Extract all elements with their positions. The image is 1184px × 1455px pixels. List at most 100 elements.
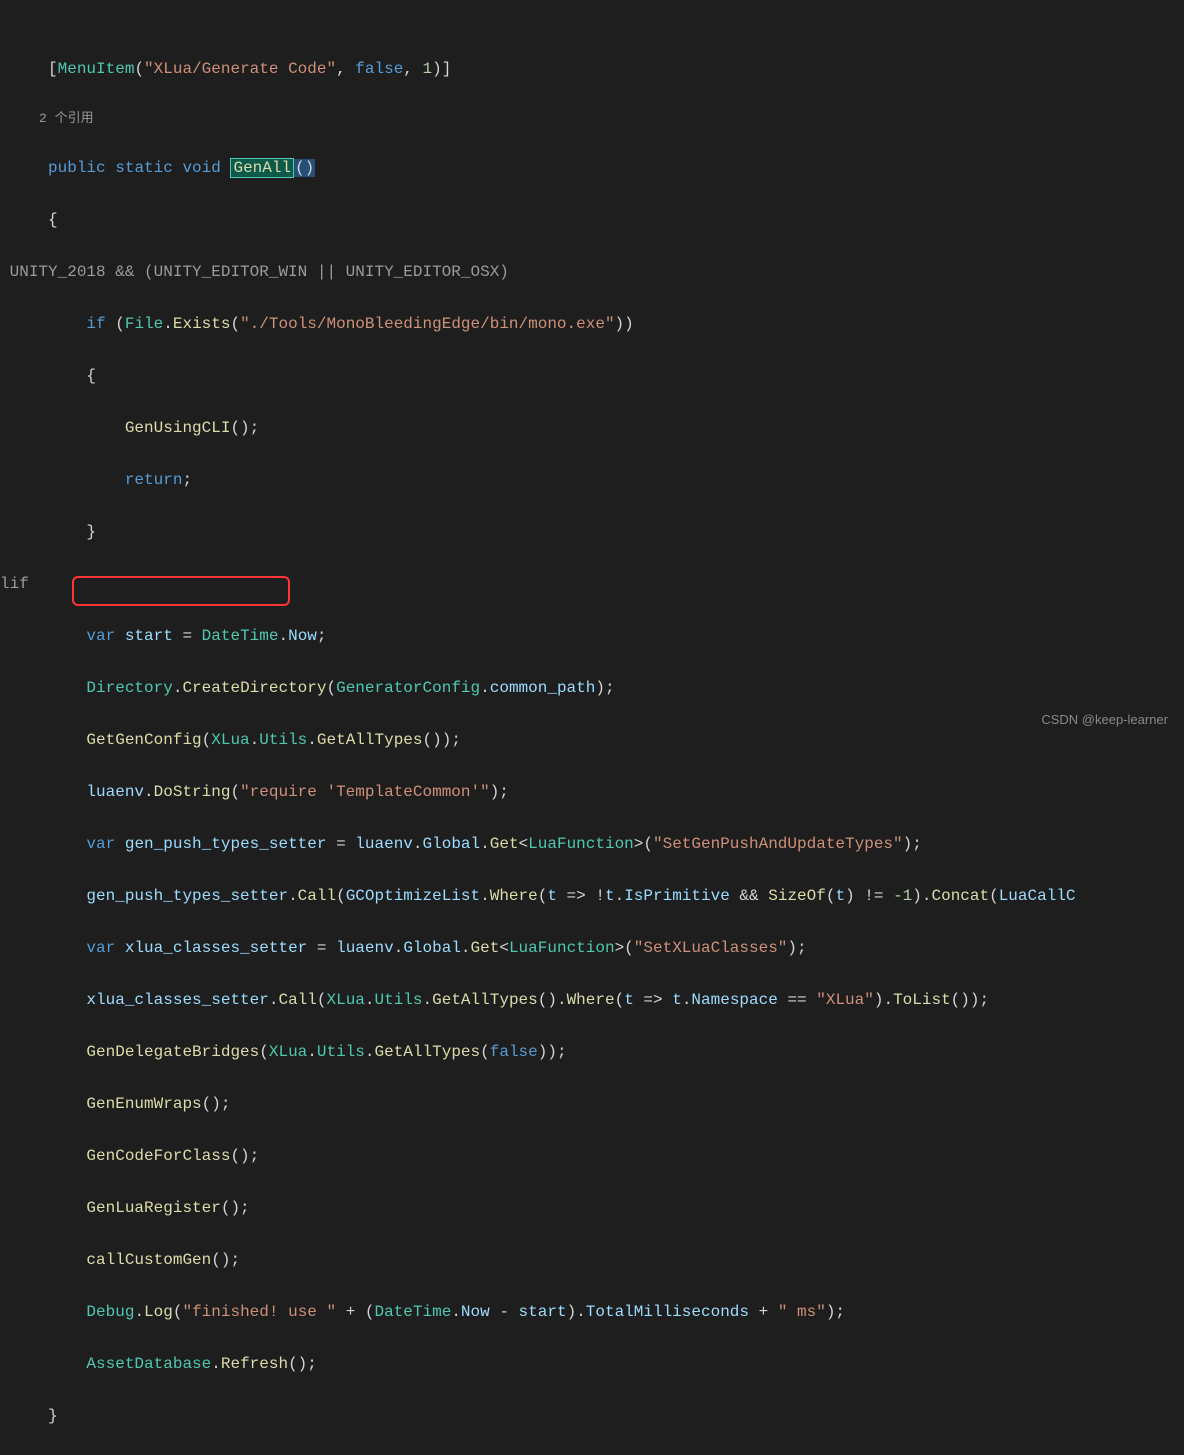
method-call: ToList [893, 991, 951, 1009]
keyword: if [86, 315, 105, 333]
code-line: GenDelegateBridges(XLua.Utils.GetAllType… [0, 1039, 1184, 1065]
method-call: Exists [173, 315, 231, 333]
type-name: Utils [375, 991, 423, 1009]
keyword: var [86, 627, 115, 645]
bool-literal: false [355, 60, 403, 78]
code-line: GenUsingCLI(); [0, 415, 1184, 441]
variable: xlua_classes_setter [86, 991, 268, 1009]
method-call: callCustomGen [86, 1251, 211, 1269]
variable: gen_push_types_setter [125, 835, 327, 853]
method-call: GenCodeForClass [86, 1147, 230, 1165]
variable: start [519, 1303, 567, 1321]
string-literal: "finished! use " [182, 1303, 336, 1321]
method-call: Call [298, 887, 336, 905]
keyword: public [48, 159, 106, 177]
variable: xlua_classes_setter [125, 939, 307, 957]
variable: t [835, 887, 845, 905]
code-line: GenLuaRegister(); [0, 1195, 1184, 1221]
property: Now [288, 627, 317, 645]
operator: && [739, 887, 758, 905]
code-line: GenEnumWraps(); [0, 1091, 1184, 1117]
method-call: Where [567, 991, 615, 1009]
method-call: DoString [154, 783, 231, 801]
code-line: } [0, 1403, 1184, 1429]
type-name: Directory [86, 679, 172, 697]
selection: () [294, 159, 315, 177]
keyword: return [125, 471, 183, 489]
string-literal: "SetXLuaClasses" [634, 939, 788, 957]
method-call: GetGenConfig [86, 731, 201, 749]
preprocessor-line: lif [0, 571, 1184, 597]
property: Namespace [691, 991, 777, 1009]
keyword: var [86, 835, 115, 853]
variable: luaenv [86, 783, 144, 801]
code-line: return; [0, 467, 1184, 493]
type-name: LuaFunction [528, 835, 634, 853]
code-line: [MenuItem("XLua/Generate Code", false, 1… [0, 56, 1184, 82]
code-line: if (File.Exists("./Tools/MonoBleedingEdg… [0, 311, 1184, 337]
property: common_path [490, 679, 596, 697]
preprocessor-text: lif [0, 575, 29, 593]
method-call: Concat [931, 887, 989, 905]
type-name: AssetDatabase [86, 1355, 211, 1373]
lambda-param: t [624, 991, 634, 1009]
code-line: } [0, 519, 1184, 545]
variable: luaenv [336, 939, 394, 957]
code-line: { [0, 363, 1184, 389]
keyword: var [86, 939, 115, 957]
property: Now [461, 1303, 490, 1321]
preprocessor-line: UNITY_2018 && (UNITY_EDITOR_WIN || UNITY… [0, 259, 1184, 285]
preprocessor-text: UNITY_2018 && (UNITY_EDITOR_WIN || UNITY… [10, 263, 509, 281]
code-line: var xlua_classes_setter = luaenv.Global.… [0, 935, 1184, 961]
code-line: GetGenConfig(XLua.Utils.GetAllTypes()); [0, 727, 1184, 753]
code-line: Debug.Log("finished! use " + (DateTime.N… [0, 1299, 1184, 1325]
variable: t [605, 887, 615, 905]
brace: { [86, 367, 96, 385]
brace: } [48, 1407, 58, 1425]
type-name: MenuItem [58, 60, 135, 78]
method-call: Get [471, 939, 500, 957]
code-editor[interactable]: [MenuItem("XLua/Generate Code", false, 1… [0, 0, 1184, 1455]
string-literal: "SetGenPushAndUpdateTypes" [653, 835, 903, 853]
type-name: XLua [269, 1043, 307, 1061]
variable: luaenv [355, 835, 413, 853]
keyword: void [182, 159, 220, 177]
variable: GCOptimizeList [346, 887, 480, 905]
type-name: DateTime [202, 627, 279, 645]
property: Global [403, 939, 461, 957]
type-name: File [125, 315, 163, 333]
property: IsPrimitive [624, 887, 730, 905]
variable: start [125, 627, 173, 645]
method-call: GenDelegateBridges [86, 1043, 259, 1061]
method-call: Get [490, 835, 519, 853]
variable: LuaCallC [999, 887, 1076, 905]
method-call: Where [490, 887, 538, 905]
code-line: gen_push_types_setter.Call(GCOptimizeLis… [0, 883, 1184, 909]
keyword: static [115, 159, 173, 177]
bracket: [ [48, 60, 58, 78]
number-literal: 1 [423, 60, 433, 78]
code-line: public static void GenAll() [0, 155, 1184, 181]
string-literal: "XLua" [816, 991, 874, 1009]
method-call: GetAllTypes [432, 991, 538, 1009]
string-literal: "require 'TemplateCommon'" [240, 783, 490, 801]
bracket-close: )] [432, 60, 451, 78]
method-call: CreateDirectory [182, 679, 326, 697]
codelens-references[interactable]: 2 个引用 [0, 108, 1184, 129]
brace: { [48, 211, 58, 229]
type-name: DateTime [375, 1303, 452, 1321]
code-line: var start = DateTime.Now; [0, 623, 1184, 649]
method-call: GenUsingCLI [125, 419, 231, 437]
code-line: Directory.CreateDirectory(GeneratorConfi… [0, 675, 1184, 701]
method-call: GetAllTypes [375, 1043, 481, 1061]
code-line-highlighted: GenCodeForClass(); [0, 1143, 1184, 1169]
method-call: Refresh [221, 1355, 288, 1373]
code-line: var gen_push_types_setter = luaenv.Globa… [0, 831, 1184, 857]
type-name: XLua [211, 731, 249, 749]
method-call: GenLuaRegister [86, 1199, 220, 1217]
string-literal: "XLua/Generate Code" [144, 60, 336, 78]
method-call: Call [278, 991, 316, 1009]
code-line: { [0, 207, 1184, 233]
code-line: luaenv.DoString("require 'TemplateCommon… [0, 779, 1184, 805]
type-name: Debug [86, 1303, 134, 1321]
